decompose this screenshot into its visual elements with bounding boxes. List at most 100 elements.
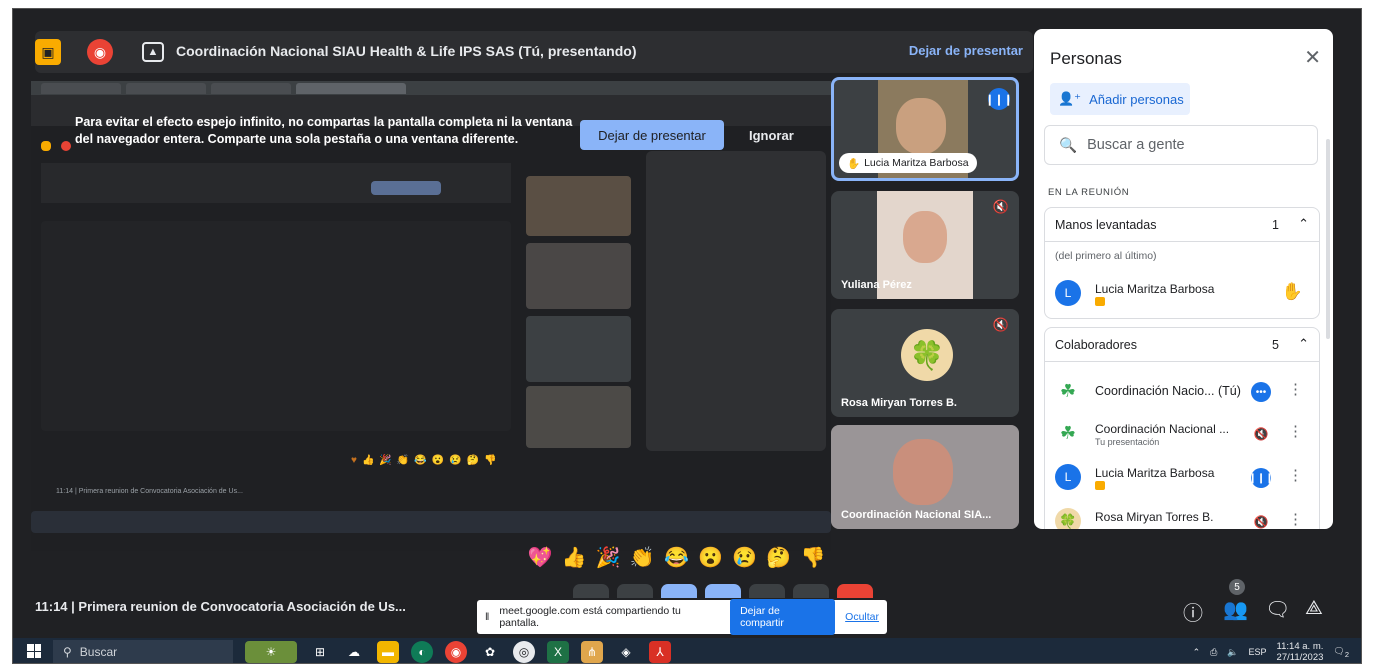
presenter-tag-icon xyxy=(1095,481,1105,490)
kebab-menu-icon[interactable]: ⋮ xyxy=(1288,510,1303,528)
participant-tile[interactable]: 🍀 🔇 Rosa Miryan Torres B. xyxy=(831,309,1019,417)
clover-avatar-icon: ☘ xyxy=(1059,422,1077,443)
chat-icon[interactable]: 🗨 xyxy=(1265,597,1290,622)
chevron-up-icon[interactable]: ⌃ xyxy=(1298,216,1309,232)
participant-tile[interactable]: 🔇 Yuliana Pérez xyxy=(831,191,1019,299)
muted-mic-icon: 🔇 xyxy=(1253,427,1269,441)
search-icon: ⚲ xyxy=(63,644,72,659)
reaction-party[interactable]: 🎉 xyxy=(596,545,621,570)
mirror-warning-text: Para evitar el efecto espejo infinito, n… xyxy=(75,115,573,146)
list-item[interactable]: L Lucia Maritza Barbosa ✋ xyxy=(1055,276,1311,312)
mirrored-browser-tabs xyxy=(31,81,831,95)
hide-notice-link[interactable]: Ocultar xyxy=(845,611,879,623)
reaction-thinking[interactable]: 🤔 xyxy=(766,545,791,570)
add-people-button[interactable]: 👤⁺ Añadir personas xyxy=(1050,83,1190,115)
contributors-section: Colaboradores 5 ⌃ ☘ Coordinación Nacio..… xyxy=(1044,327,1320,529)
windows-taskbar: ⚲ Buscar ☀ ⊞ ☁ ▬ ◐ ◉ ✿ ◎ X ⋔ ◈ ⅄ ⌃ ⎙ 🔈 ES… xyxy=(13,638,1361,663)
task-view-icon[interactable]: ⊞ xyxy=(309,641,331,663)
network-icon[interactable]: ⎙ xyxy=(1210,647,1217,658)
avatar: L xyxy=(1055,464,1081,490)
presenting-title: Coordinación Nacional SIAU Health & Life… xyxy=(176,43,637,59)
raised-hand-icon: ✋ xyxy=(847,157,861,170)
speaking-indicator-icon: ❙❙❙ xyxy=(985,88,1013,110)
clock[interactable]: 11:14 a. m. 27/11/2023 xyxy=(1277,641,1324,663)
chevron-up-icon[interactable]: ⌃ xyxy=(1193,647,1201,658)
stop-presenting-icon[interactable]: ▣ xyxy=(35,39,61,65)
panel-scrollbar[interactable] xyxy=(1326,139,1330,339)
raised-hands-header[interactable]: Manos levantadas 1 ⌃ xyxy=(1045,208,1319,242)
chrome-active-icon[interactable]: ◎ xyxy=(513,640,535,663)
taskbar-search[interactable]: ⚲ Buscar xyxy=(53,640,233,663)
volume-icon[interactable]: 🔈 xyxy=(1227,647,1238,658)
raised-hands-section: Manos levantadas 1 ⌃ (del primero al últ… xyxy=(1044,207,1320,319)
shared-screen: 11:14 | Primera reunion de Convocatoria … xyxy=(31,81,831,551)
participant-tile[interactable]: ❙❙❙ ✋ Lucia Maritza Barbosa xyxy=(831,77,1019,181)
stop-sharing-button[interactable]: Dejar de compartir xyxy=(730,599,836,635)
reaction-sad[interactable]: 😢 xyxy=(732,545,757,570)
more-options-dots-icon[interactable]: ••• xyxy=(1251,382,1271,402)
people-count-badge: 5 xyxy=(1229,579,1245,595)
chrome-icon[interactable]: ◉ xyxy=(445,640,467,663)
activities-icon[interactable]: ⟁ xyxy=(1305,597,1323,620)
edge-icon[interactable]: ◐ xyxy=(411,640,433,663)
reaction-thumbs-down[interactable]: 👎 xyxy=(800,545,825,570)
stop-presenting-link[interactable]: Dejar de presentar xyxy=(909,43,1023,58)
file-explorer-icon[interactable]: ▬ xyxy=(377,640,399,663)
acrobat-icon[interactable]: ⅄ xyxy=(649,640,671,663)
contributors-header[interactable]: Colaboradores 5 ⌃ xyxy=(1045,328,1319,362)
warning-ignore-button[interactable]: Ignorar xyxy=(749,128,794,143)
present-screen-icon: ▲ xyxy=(142,42,164,62)
search-people-input[interactable]: 🔍 Buscar a gente xyxy=(1044,125,1318,165)
meeting-controls xyxy=(573,584,873,598)
app-icon[interactable]: ⋔ xyxy=(581,640,603,663)
info-icon[interactable]: ⓘ xyxy=(1183,597,1203,626)
kebab-menu-icon[interactable]: ⋮ xyxy=(1288,466,1303,484)
reaction-clap[interactable]: 👏 xyxy=(630,545,655,570)
clover-avatar-icon: 🍀 xyxy=(901,329,953,381)
record-icon[interactable]: ◉ xyxy=(87,39,113,65)
clover-avatar-icon: 🍀 xyxy=(1055,508,1081,529)
list-item[interactable]: 🍀 Rosa Miryan Torres B. 🔇 ⋮ xyxy=(1055,504,1311,529)
app-icon[interactable]: ✿ xyxy=(479,641,501,663)
reaction-thumbs-up[interactable]: 👍 xyxy=(562,545,587,570)
notification-icon[interactable]: 🗨2 xyxy=(1333,646,1349,659)
list-item[interactable]: ☘ Coordinación Nacio... (Tú) ••• ⋮ xyxy=(1055,374,1311,410)
people-panel: Personas ✕ 👤⁺ Añadir personas 🔍 Buscar a g… xyxy=(1034,29,1333,529)
app-icon[interactable]: ☁ xyxy=(343,641,365,663)
participant-name-pill: ✋ Lucia Maritza Barbosa xyxy=(839,153,977,173)
reaction-heart[interactable]: 💖 xyxy=(528,545,553,570)
widgets-icon[interactable]: ☀ xyxy=(245,640,297,663)
warning-stop-presenting-button[interactable]: Dejar de presentar xyxy=(580,120,724,150)
people-icon[interactable]: 👥 xyxy=(1223,597,1248,622)
reactions-bar: 💖 👍 🎉 👏 😂 😮 😢 🤔 👎 xyxy=(523,539,830,575)
kebab-menu-icon[interactable]: ⋮ xyxy=(1288,422,1303,440)
close-icon[interactable]: ✕ xyxy=(1304,45,1321,70)
muted-mic-icon: 🔇 xyxy=(992,199,1009,214)
reaction-laugh[interactable]: 😂 xyxy=(664,545,689,570)
presenting-bar: ▣ ◉ ▲ Coordinación Nacional SIAU Health … xyxy=(35,31,1033,73)
app-icon[interactable]: ◈ xyxy=(615,641,637,663)
lower-hand-icon[interactable]: ✋ xyxy=(1282,282,1303,302)
clover-avatar-icon: ☘ xyxy=(1059,380,1077,401)
mirrored-people-panel xyxy=(646,151,826,451)
add-person-icon: 👤⁺ xyxy=(1058,91,1082,106)
muted-mic-icon: 🔇 xyxy=(992,317,1009,332)
reaction-surprised[interactable]: 😮 xyxy=(698,545,723,570)
lang-indicator[interactable]: ESP xyxy=(1249,647,1267,657)
meeting-title: 11:14 | Primera reunion de Convocatoria … xyxy=(35,599,406,614)
participant-name: Rosa Miryan Torres B. xyxy=(841,397,957,409)
system-tray: ⌃ ⎙ 🔈 ESP 11:14 a. m. 27/11/2023 🗨2 xyxy=(1193,641,1349,663)
windows-start-icon[interactable] xyxy=(27,644,41,658)
muted-mic-icon: 🔇 xyxy=(1253,515,1269,529)
participant-name: Yuliana Pérez xyxy=(841,279,912,291)
chevron-up-icon[interactable]: ⌃ xyxy=(1298,336,1309,352)
excel-icon[interactable]: X xyxy=(547,640,569,663)
kebab-menu-icon[interactable]: ⋮ xyxy=(1288,380,1303,398)
drag-handle-icon[interactable]: ‖ xyxy=(485,611,489,623)
participant-tile[interactable]: Coordinación Nacional SIA... xyxy=(831,425,1019,529)
presenter-tag-icon xyxy=(1095,297,1105,306)
list-item[interactable]: L Lucia Maritza Barbosa ❙❙❙ ⋮ xyxy=(1055,460,1311,496)
speaking-indicator-icon: ❙❙❙ xyxy=(1248,468,1274,488)
participant-name: Coordinación Nacional SIA... xyxy=(841,509,992,521)
list-item[interactable]: ☘ Coordinación Nacional ... Tu presentac… xyxy=(1055,416,1311,452)
